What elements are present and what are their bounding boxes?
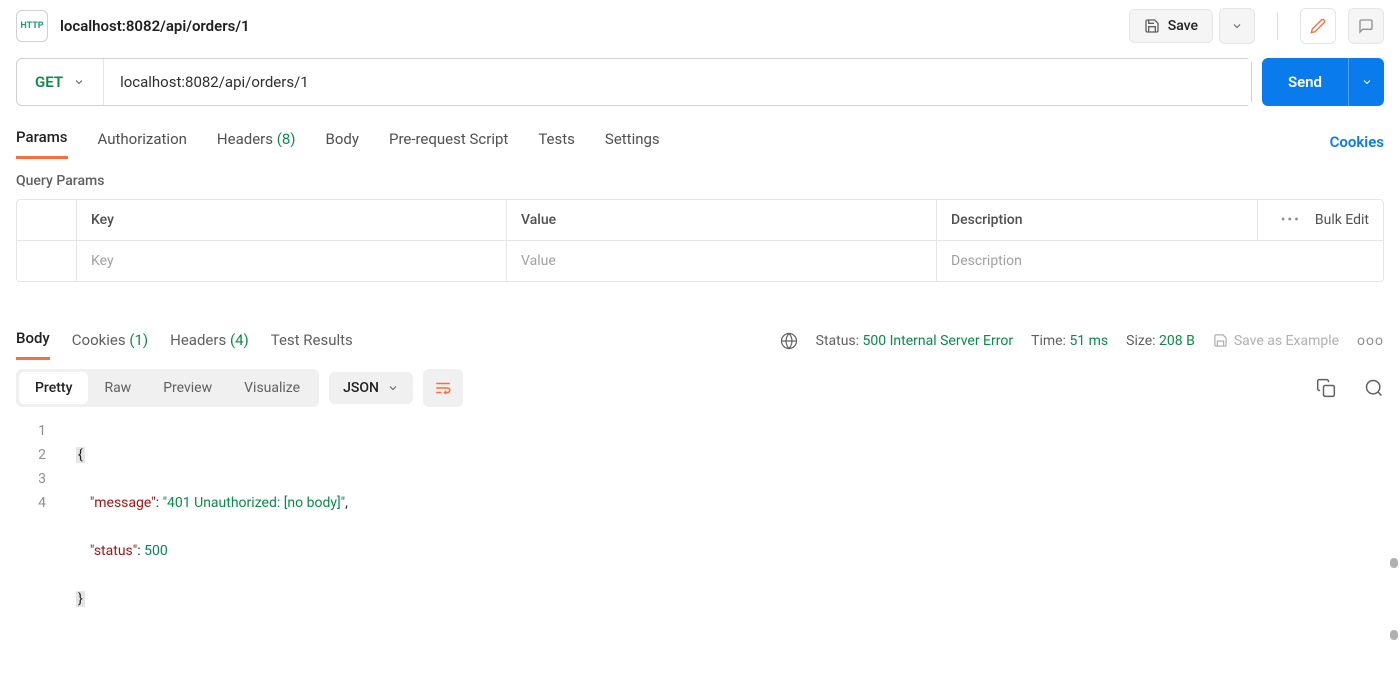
copy-icon[interactable] [1316,378,1336,398]
request-input-group: GET [16,58,1252,106]
time-label: Time: [1031,333,1066,349]
resp-cookies-count: (1) [129,331,148,349]
save-as-example-button[interactable]: Save as Example [1213,333,1339,349]
url-input[interactable] [104,59,1251,105]
method-dropdown[interactable]: GET [17,59,104,105]
query-params-title: Query Params [0,159,1400,199]
line-number: 1 [16,419,46,443]
json-key: "status" [90,543,137,559]
chevron-down-icon [1361,76,1373,88]
comment-icon [1358,18,1374,34]
resp-cookies-label: Cookies [72,331,126,349]
checkbox-header [17,200,77,240]
view-pretty[interactable]: Pretty [19,372,88,404]
save-label: Save [1168,18,1198,34]
divider [1277,12,1278,40]
chevron-down-icon [73,76,85,88]
request-tab-title: localhost:8082/api/orders/1 [60,17,250,35]
save-dropdown[interactable] [1219,8,1255,44]
status-value: 500 Internal Server Error [863,333,1014,349]
more-menu-icon[interactable]: ooo [1357,333,1384,349]
code-brace: } [76,591,85,607]
vertical-scrollbar[interactable] [1390,558,1398,568]
size-label: Size: [1126,333,1155,349]
status-label: Status: [816,333,859,349]
chevron-down-icon [1231,20,1243,32]
tab-params[interactable]: Params [16,124,68,159]
content-type-dropdown[interactable]: JSON [329,372,413,404]
json-string: "401 Unauthorized: [no body]" [163,495,346,511]
vertical-scrollbar[interactable] [1390,630,1398,640]
resp-tab-body[interactable]: Body [16,321,50,360]
tab-body[interactable]: Body [326,126,359,158]
json-key: "message" [90,495,156,511]
chevron-down-icon [387,382,399,394]
content-type-label: JSON [343,380,379,396]
tab-settings[interactable]: Settings [605,126,660,158]
search-icon[interactable] [1364,378,1384,398]
tab-authorization[interactable]: Authorization [98,126,187,158]
wrap-lines-button[interactable] [423,369,463,407]
tab-tests[interactable]: Tests [538,126,575,158]
comment-button[interactable] [1348,8,1384,44]
globe-icon[interactable] [780,332,798,350]
more-options-icon[interactable]: ••• [1281,212,1301,228]
wrap-icon [434,379,452,397]
time-value: 51 ms [1069,333,1108,349]
save-disk-icon [1144,18,1160,34]
tab-prerequest[interactable]: Pre-request Script [389,126,508,158]
view-visualize[interactable]: Visualize [228,372,316,404]
description-input[interactable] [951,253,1244,269]
save-example-label: Save as Example [1234,333,1339,349]
bulk-edit-link[interactable]: Bulk Edit [1315,212,1369,228]
col-key: Key [77,200,507,240]
save-disk-icon [1213,333,1228,348]
tab-headers[interactable]: Headers (8) [217,126,296,158]
http-icon: HTTP [16,10,48,42]
tab-headers-count: (8) [277,130,296,148]
resp-headers-count: (4) [230,331,249,349]
key-input[interactable] [91,253,492,269]
method-label: GET [35,73,63,91]
cookies-link[interactable]: Cookies [1330,133,1384,151]
view-preview[interactable]: Preview [147,372,228,404]
resp-headers-label: Headers [170,331,226,349]
resp-tab-testresults[interactable]: Test Results [271,323,353,359]
response-body-code[interactable]: 1 2 3 4 { "message": "401 Unauthorized: … [0,415,1400,683]
query-params-table: Key Value Description ••• Bulk Edit [16,199,1384,282]
col-value: Value [507,200,937,240]
code-brace: { [76,447,85,463]
send-button[interactable]: Send [1262,58,1348,106]
row-checkbox[interactable] [17,241,77,281]
resp-tab-headers[interactable]: Headers (4) [170,323,249,359]
view-raw[interactable]: Raw [88,372,147,404]
edit-button[interactable] [1300,8,1336,44]
resp-tab-cookies[interactable]: Cookies (1) [72,323,148,359]
pencil-icon [1310,18,1326,34]
line-number: 2 [16,443,46,467]
line-number: 3 [16,467,46,491]
col-description: Description [937,200,1258,240]
json-number: 500 [144,543,168,559]
line-number: 4 [16,491,46,515]
save-button[interactable]: Save [1129,9,1213,43]
tab-headers-label: Headers [217,130,273,148]
send-dropdown[interactable] [1348,58,1384,106]
value-input[interactable] [521,253,922,269]
size-value: 208 B [1159,333,1195,349]
